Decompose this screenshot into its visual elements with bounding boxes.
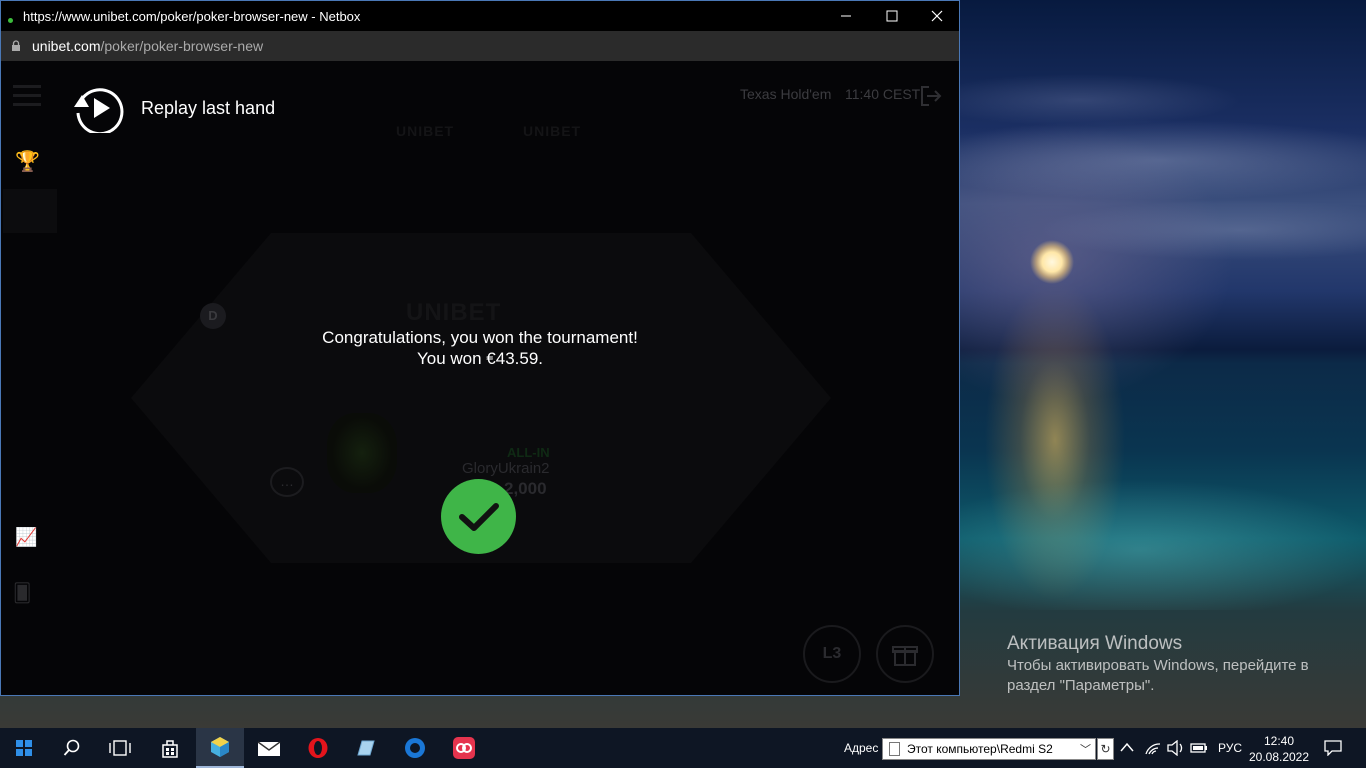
replay-icon	[74, 88, 124, 133]
level-button[interactable]: L3	[803, 625, 861, 683]
battery-icon[interactable]	[1190, 742, 1208, 754]
activation-title: Активация Windows	[1007, 633, 1183, 654]
gift-button[interactable]	[876, 625, 934, 683]
address-bar[interactable]: unibet.com/poker/poker-browser-new	[1, 31, 959, 61]
address-toolbar-input[interactable]: Этот компьютер\Redmi S2 ﹀	[882, 738, 1096, 760]
task-view-button[interactable]	[96, 728, 144, 768]
success-check-icon	[441, 479, 516, 554]
close-icon	[931, 10, 943, 22]
mail-taskbar-button[interactable]	[245, 728, 293, 768]
wallpaper-surf	[960, 470, 1366, 610]
poker-client: 🏆 📈 🂠 Texas Hold'em 11:40 CEST UNIBET UN…	[1, 61, 959, 695]
trophy-icon[interactable]: 🏆	[15, 149, 40, 174]
chevron-down-icon[interactable]: ﹀	[1080, 741, 1091, 757]
task-view-icon	[109, 740, 131, 756]
exit-icon[interactable]	[919, 85, 943, 107]
address-host: unibet.com	[32, 38, 101, 54]
dealer-button: D	[200, 303, 226, 329]
gift-icon	[892, 646, 918, 666]
clock-date: 20.08.2022	[1248, 750, 1310, 764]
minimize-button[interactable]	[823, 1, 869, 31]
address-toolbar-value: Этот компьютер\Redmi S2	[907, 742, 1053, 756]
store-button[interactable]	[146, 728, 194, 768]
game-time: 11:40 CEST	[845, 86, 921, 102]
player-avatar	[327, 413, 397, 493]
search-button[interactable]	[48, 728, 96, 768]
blue-ring-icon	[405, 738, 425, 758]
netbox-window: https://www.unibet.com/poker/poker-brows…	[0, 0, 960, 696]
stats-chart-icon[interactable]: 📈	[15, 527, 37, 548]
netbox-taskbar-button[interactable]	[196, 728, 244, 768]
document-icon	[889, 742, 900, 756]
opera-icon	[308, 738, 328, 758]
search-icon	[63, 739, 80, 756]
maximize-icon	[886, 10, 898, 22]
chain-icon	[453, 737, 475, 759]
maximize-button[interactable]	[869, 1, 915, 31]
refresh-icon: ↻	[1100, 742, 1111, 756]
address-toolbar-label: Адрес	[844, 741, 879, 755]
activation-line-2: раздел "Параметры".	[1007, 677, 1155, 694]
address-path: /poker/poker-browser-new	[100, 38, 264, 54]
wallpaper-clouds	[960, 60, 1366, 310]
game-variant: Texas Hold'em	[740, 86, 832, 102]
store-icon	[162, 740, 178, 758]
congrats-line-1: Congratulations, you won the tournament!	[322, 328, 638, 347]
replay-last-hand-button[interactable]: Replay last hand	[73, 83, 275, 133]
replay-label: Replay last hand	[141, 97, 276, 118]
table-tab[interactable]	[3, 189, 57, 233]
app-taskbar-button[interactable]	[391, 728, 439, 768]
menu-icon-bar	[13, 94, 41, 97]
notes-taskbar-button[interactable]	[342, 728, 390, 768]
window-title: https://www.unibet.com/poker/poker-brows…	[23, 9, 361, 24]
tournament-result-message: Congratulations, you won the tournament!…	[1, 327, 959, 369]
windows-logo-icon	[16, 740, 32, 756]
table-logo: UNIBET	[406, 299, 502, 326]
banner-logo: UNIBET	[396, 123, 455, 139]
mail-icon	[257, 741, 281, 756]
start-button[interactable]	[0, 728, 48, 768]
language-indicator[interactable]: РУС	[1218, 741, 1242, 755]
windows-activation-watermark: Активация Windows Чтобы активировать Win…	[1007, 634, 1309, 696]
chevron-up-icon[interactable]	[1120, 742, 1134, 752]
activation-line-1: Чтобы активировать Windows, перейдите в	[1007, 657, 1309, 674]
notes-icon	[357, 740, 375, 756]
chat-bubble-icon[interactable]: …	[270, 467, 304, 497]
player-name: GloryUkrain2	[462, 460, 550, 477]
lock-icon	[12, 40, 20, 51]
congrats-line-2: You won €43.59.	[416, 349, 544, 368]
notifications-icon[interactable]	[1324, 740, 1342, 756]
banner-logo: UNIBET	[523, 123, 582, 139]
volume-icon[interactable]	[1167, 740, 1185, 756]
opera-taskbar-button[interactable]	[294, 728, 342, 768]
all-in-label: ALL-IN	[507, 445, 550, 460]
chain-app-taskbar-button[interactable]	[440, 728, 488, 768]
poker-table-background: 🏆 📈 🂠 Texas Hold'em 11:40 CEST UNIBET UN…	[1, 61, 959, 695]
close-button[interactable]	[914, 1, 960, 31]
menu-icon[interactable]	[13, 85, 41, 88]
address-url[interactable]: unibet.com/poker/poker-browser-new	[32, 38, 263, 54]
title-bar[interactable]: https://www.unibet.com/poker/poker-brows…	[1, 1, 959, 31]
taskbar: Адрес Этот компьютер\Redmi S2 ﹀ ↻ РУС 12…	[0, 728, 1366, 768]
clock-time: 12:40	[1263, 734, 1295, 748]
system-clock[interactable]: 12:40 20.08.2022	[1246, 733, 1312, 765]
address-refresh-button[interactable]: ↻	[1097, 738, 1114, 760]
minimize-icon	[841, 15, 851, 17]
favicon-icon	[8, 18, 13, 23]
cards-icon[interactable]: 🂠	[13, 583, 31, 604]
netbox-cube-icon	[211, 737, 229, 757]
menu-icon-bar	[13, 103, 41, 106]
network-icon[interactable]	[1144, 740, 1162, 756]
